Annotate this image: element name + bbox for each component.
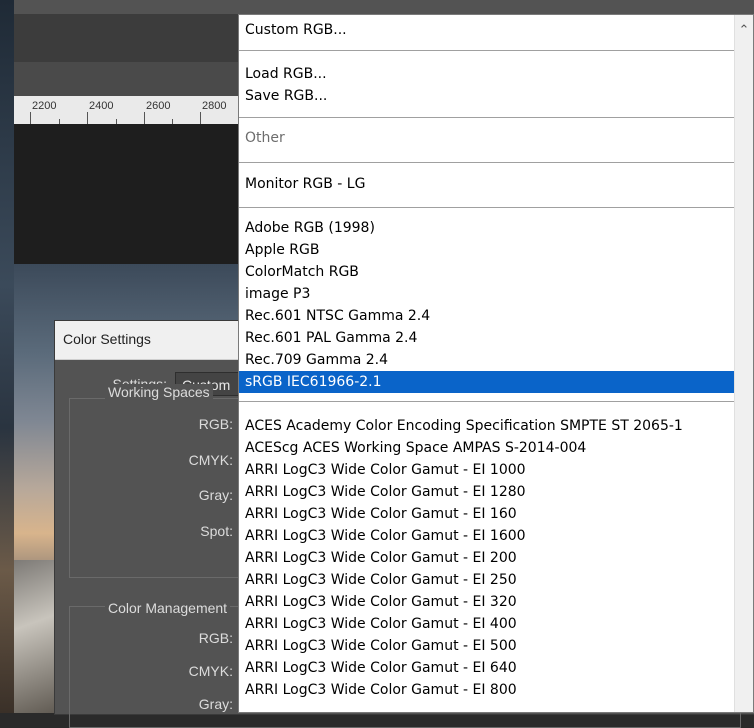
background-photo-strip: [0, 0, 14, 713]
policy-rgb-label: RGB:: [198, 630, 233, 646]
dropdown-item-arri[interactable]: ARRI LogC3 Wide Color Gamut - EI 1600: [239, 525, 735, 547]
dropdown-item-custom-rgb[interactable]: Custom RGB...: [239, 19, 735, 41]
dropdown-scrollbar[interactable]: [734, 15, 753, 712]
working-rgb-label: RGB:: [198, 416, 233, 432]
working-spaces-title: Working Spaces: [105, 384, 213, 400]
ruler-label: 2200: [32, 100, 57, 112]
chevron-up-icon[interactable]: ⌃: [735, 17, 753, 45]
dropdown-item-arri[interactable]: ARRI LogC3 Wide Color Gamut - EI 800: [239, 679, 735, 701]
ruler-label: 2400: [89, 100, 114, 112]
dropdown-item-aces[interactable]: ACES Academy Color Encoding Specificatio…: [239, 415, 735, 437]
dropdown-item-arri[interactable]: ARRI LogC3 Wide Color Gamut - EI 160: [239, 503, 735, 525]
dropdown-item-arri[interactable]: ARRI LogC3 Wide Color Gamut - EI 640: [239, 657, 735, 679]
dropdown-item-save-rgb[interactable]: Save RGB...: [239, 85, 735, 107]
dropdown-item-load-rgb[interactable]: Load RGB...: [239, 63, 735, 85]
dropdown-item-arri[interactable]: ARRI LogC3 Wide Color Gamut - EI 250: [239, 569, 735, 591]
dropdown-item-rec601-ntsc[interactable]: Rec.601 NTSC Gamma 2.4: [239, 305, 735, 327]
dropdown-separator: [239, 401, 735, 402]
policy-gray-label: Gray:: [198, 696, 233, 712]
rgb-working-space-dropdown[interactable]: Custom RGB... Load RGB... Save RGB... Ot…: [238, 14, 754, 713]
dropdown-separator: [239, 207, 735, 208]
working-cmyk-label: CMYK:: [188, 452, 233, 468]
dropdown-item-acescg[interactable]: ACEScg ACES Working Space AMPAS S-2014-0…: [239, 437, 735, 459]
ruler-label: 2600: [146, 100, 171, 112]
policy-cmyk-label: CMYK:: [188, 663, 233, 679]
dropdown-group-header-other: Other: [245, 130, 285, 146]
dropdown-separator: [239, 50, 735, 51]
ruler-tick: [30, 112, 31, 124]
dropdown-item-adobe-rgb[interactable]: Adobe RGB (1998): [239, 217, 735, 239]
dropdown-item-rec601-pal[interactable]: Rec.601 PAL Gamma 2.4: [239, 327, 735, 349]
working-spot-label: Spot:: [200, 523, 233, 539]
dropdown-item-arri[interactable]: ARRI LogC3 Wide Color Gamut - EI 320: [239, 591, 735, 613]
dropdown-item-arri[interactable]: ARRI LogC3 Wide Color Gamut - EI 500: [239, 635, 735, 657]
app-menu-bar: [14, 0, 754, 14]
dialog-title: Color Settings: [63, 331, 151, 347]
dropdown-item-apple-rgb[interactable]: Apple RGB: [239, 239, 735, 261]
dropdown-item-arri[interactable]: ARRI LogC3 Wide Color Gamut - EI 1280: [239, 481, 735, 503]
dropdown-item-arri[interactable]: ARRI LogC3 Wide Color Gamut - EI 400: [239, 613, 735, 635]
dropdown-item-arri[interactable]: ARRI LogC3 Wide Color Gamut - EI 1000: [239, 459, 735, 481]
dropdown-item-monitor-rgb[interactable]: Monitor RGB - LG: [239, 173, 735, 195]
dropdown-item-rec709[interactable]: Rec.709 Gamma 2.4: [239, 349, 735, 371]
color-management-title: Color Management: [105, 600, 231, 616]
dropdown-item-srgb-selected[interactable]: sRGB IEC61966-2.1: [239, 371, 735, 393]
ruler-tick: [200, 112, 201, 124]
ruler-label: 2800: [202, 100, 227, 112]
dropdown-item-arri[interactable]: ARRI LogC3 Wide Color Gamut - EI 200: [239, 547, 735, 569]
ruler-tick: [144, 112, 145, 124]
ruler-tick: [87, 112, 88, 124]
dropdown-item-image-p3[interactable]: image P3: [239, 283, 735, 305]
working-gray-label: Gray:: [198, 487, 233, 503]
dropdown-separator: [239, 117, 735, 118]
dropdown-item-colormatch-rgb[interactable]: ColorMatch RGB: [239, 261, 735, 283]
dropdown-separator: [239, 162, 735, 163]
